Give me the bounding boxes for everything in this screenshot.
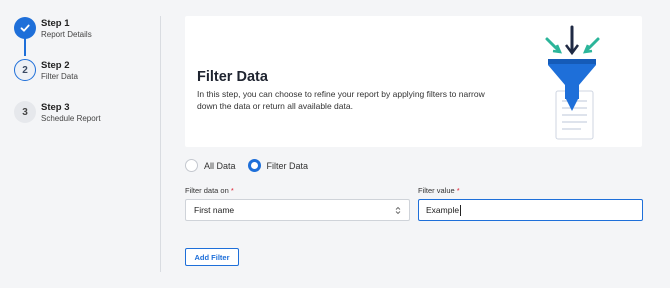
step-connector [24, 38, 26, 56]
radio-filter-data-label: Filter Data [266, 160, 309, 171]
radio-filter-data-circle[interactable] [247, 159, 261, 172]
select-chevron-icon [395, 206, 401, 215]
filter-on-label: Filter data on * [185, 186, 410, 195]
check-icon [14, 17, 36, 39]
step-2-subtitle: Filter Data [41, 72, 78, 81]
text-caret [460, 204, 462, 216]
filter-value-label: Filter value * [418, 186, 643, 195]
filter-on-select[interactable]: First name [185, 199, 410, 221]
add-filter-button[interactable]: Add Filter [185, 248, 239, 266]
hero-card: Filter Data In this step, you can choose… [185, 16, 642, 147]
step-2-title: Step 2 [41, 60, 70, 71]
stepper: Step 1 Report Details 2 Step 2 Filter Da… [0, 0, 160, 288]
filter-value-field: Filter value * Example [418, 186, 643, 221]
step-1-subtitle: Report Details [41, 30, 92, 39]
page-title: Filter Data [197, 69, 268, 85]
step-3-subtitle: Schedule Report [41, 114, 101, 123]
step-2-number: 2 [14, 59, 36, 81]
step-3-title: Step 3 [41, 102, 70, 113]
step-1-title: Step 1 [41, 18, 70, 29]
radio-all-data-circle[interactable] [185, 159, 198, 172]
step-3[interactable]: 3 Step 3 Schedule Report [14, 101, 101, 124]
page-description: In this step, you can choose to refine y… [197, 89, 485, 111]
filter-value-input[interactable]: Example [418, 199, 643, 221]
filter-on-selected-value: First name [194, 205, 235, 215]
main-content: Filter Data In this step, you can choose… [185, 16, 643, 266]
radio-all-data-label: All Data [204, 160, 236, 171]
funnel-icon [545, 25, 600, 140]
required-mark: * [230, 186, 234, 195]
vertical-divider [160, 16, 161, 272]
filter-value-label-text: Filter value [418, 186, 455, 195]
filter-on-label-text: Filter data on [185, 186, 229, 195]
radio-filter-data[interactable]: Filter Data [247, 159, 309, 172]
data-scope-radio-group: All Data Filter Data [185, 159, 320, 172]
filter-on-field: Filter data on * First name [185, 186, 410, 221]
radio-all-data[interactable]: All Data [185, 159, 236, 172]
step-1[interactable]: Step 1 Report Details [14, 17, 92, 40]
step-3-number: 3 [14, 101, 36, 123]
required-mark: * [456, 186, 460, 195]
filter-value-text: Example [426, 205, 460, 215]
step-2[interactable]: 2 Step 2 Filter Data [14, 59, 78, 82]
